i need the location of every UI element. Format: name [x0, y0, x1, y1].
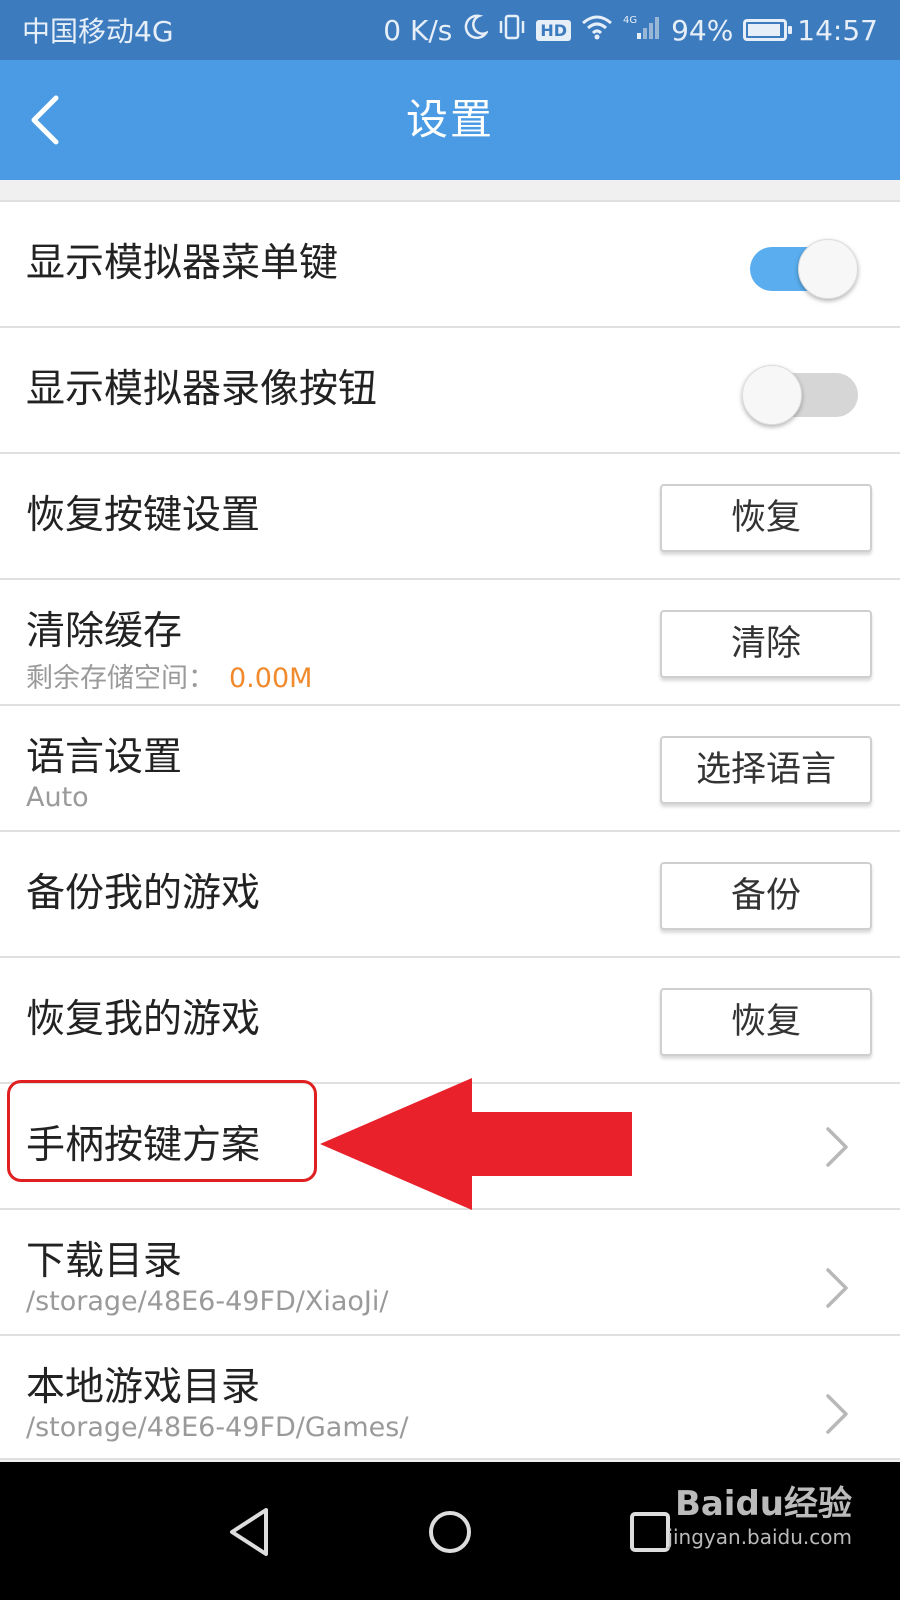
setting-label: 本地游戏目录: [26, 1365, 261, 1410]
setting-label: 显示模拟器菜单键: [26, 241, 339, 286]
setting-row-show-record-button: 显示模拟器录像按钮: [0, 326, 900, 452]
wifi-icon: [581, 14, 613, 47]
language-value: Auto: [26, 782, 89, 813]
signal-icon: 4G: [623, 13, 661, 48]
setting-row-local-games-dir[interactable]: 本地游戏目录 /storage/48E6-49FD/Games/: [0, 1334, 900, 1460]
network-speed: 0 K/s: [383, 13, 453, 47]
setting-label: 显示模拟器录像按钮: [26, 367, 378, 412]
setting-label: 下载目录: [26, 1239, 183, 1284]
vibrate-icon: [498, 13, 526, 48]
setting-label: 恢复按键设置: [26, 493, 261, 538]
settings-list: 显示模拟器菜单键 显示模拟器录像按钮 恢复按键设置 恢复 清除缓存 剩余存储空间…: [0, 180, 900, 1470]
show-record-button-toggle[interactable]: [742, 365, 858, 425]
storage-value: 0.00M: [229, 663, 313, 694]
nav-back-button[interactable]: [218, 1500, 282, 1564]
watermark-brand: Baidu经验: [674, 1484, 852, 1524]
carrier-text: 中国移动4G: [22, 15, 174, 48]
status-bar: 中国移动4G 0 K/s HD 4G 94% 14:57: [0, 0, 900, 60]
clock: 14:57: [797, 13, 878, 47]
show-menu-key-toggle[interactable]: [742, 239, 858, 299]
storage-remaining: 剩余存储空间： 0.00M: [26, 656, 312, 695]
setting-row-restore-games: 恢复我的游戏 恢复: [0, 956, 900, 1082]
battery-percent: 94%: [671, 13, 734, 47]
app-header: 设置: [0, 60, 900, 180]
setting-label: 清除缓存: [26, 609, 183, 654]
setting-row-download-dir[interactable]: 下载目录 /storage/48E6-49FD/XiaoJi/: [0, 1208, 900, 1334]
setting-row-show-menu-key: 显示模拟器菜单键: [0, 200, 900, 326]
moon-icon: [462, 14, 490, 47]
setting-row-backup-games: 备份我的游戏 备份: [0, 830, 900, 956]
storage-label: 剩余存储空间：: [26, 663, 215, 694]
system-nav-bar: Baidu经验 jingyan.baidu.com: [0, 1462, 900, 1600]
setting-row-clear-cache: 清除缓存 剩余存储空间： 0.00M 清除: [0, 578, 900, 704]
annotation-arrow-icon: [320, 1078, 632, 1210]
watermark-url: jingyan.baidu.com: [667, 1525, 852, 1549]
backup-games-button[interactable]: 备份: [660, 862, 872, 930]
clear-cache-button[interactable]: 清除: [660, 610, 872, 678]
setting-label: 备份我的游戏: [26, 871, 261, 916]
page-title: 设置: [405, 95, 494, 144]
setting-label: 恢复我的游戏: [26, 997, 261, 1042]
status-right-group: 0 K/s HD 4G 94% 14:57: [383, 13, 878, 48]
battery-icon: [743, 19, 793, 41]
setting-label: 语言设置: [26, 735, 183, 780]
annotation-highlight-box: [7, 1080, 317, 1182]
list-top-gap: [0, 180, 900, 200]
hd-badge: HD: [536, 19, 572, 41]
chevron-right-icon: [826, 1394, 848, 1434]
local-games-dir-path: /storage/48E6-49FD/Games/: [26, 1412, 409, 1443]
nav-home-button[interactable]: [418, 1500, 482, 1564]
chevron-right-icon: [826, 1127, 848, 1167]
setting-row-restore-keys: 恢复按键设置 恢复: [0, 452, 900, 578]
select-language-button[interactable]: 选择语言: [660, 736, 872, 804]
setting-row-language: 语言设置 Auto 选择语言: [0, 704, 900, 830]
chevron-right-icon: [826, 1268, 848, 1308]
svg-text:4G: 4G: [623, 15, 637, 26]
restore-games-button[interactable]: 恢复: [660, 988, 872, 1056]
restore-keys-button[interactable]: 恢复: [660, 484, 872, 552]
download-dir-path: /storage/48E6-49FD/XiaoJi/: [26, 1286, 389, 1317]
baidu-watermark: Baidu经验 jingyan.baidu.com: [667, 1476, 852, 1549]
